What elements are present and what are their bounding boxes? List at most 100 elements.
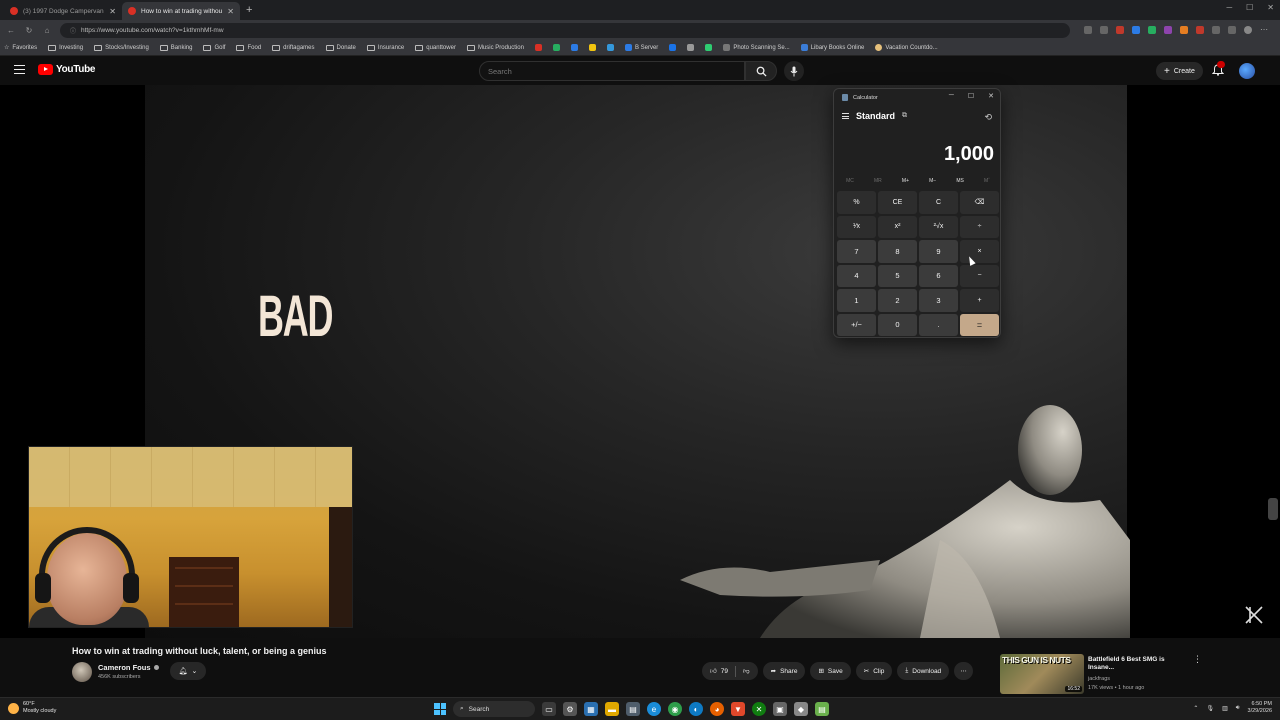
site-icon[interactable] — [606, 44, 614, 51]
refresh-icon[interactable]: ↻ — [24, 26, 34, 35]
clip-button[interactable]: ✂ Clip — [855, 662, 893, 680]
download-button[interactable]: ⤓ Download — [897, 662, 950, 680]
back-icon[interactable]: ← — [6, 26, 16, 35]
recommended-video[interactable]: THIS GUN IS NUTS 16:52 Battlefield 6 Bes… — [1000, 654, 1202, 694]
minimize-icon[interactable]: ─ — [949, 92, 954, 100]
network-icon[interactable]: ▥ — [1222, 705, 1228, 712]
recommended-title[interactable]: Battlefield 6 Best SMG is Insane... — [1088, 656, 1178, 672]
key-backspace-button[interactable]: ⌫ — [960, 191, 999, 214]
site-info-icon[interactable]: ⓘ — [70, 26, 76, 35]
taskbar-search[interactable]: ⌕ Search — [453, 701, 535, 717]
settings-icon[interactable]: ⚙ — [563, 702, 577, 716]
key-negate-button[interactable]: +/− — [837, 313, 876, 336]
extension-icon[interactable] — [1196, 26, 1204, 34]
key-square-button[interactable]: x² — [878, 215, 917, 238]
weather-widget[interactable]: 60°F Mostly cloudy — [8, 701, 56, 715]
memory-button[interactable]: M+ — [902, 178, 909, 184]
tab-current-video[interactable]: How to win at trading without luck ✕ — [122, 2, 240, 20]
bookmark-folder[interactable]: Food — [236, 44, 261, 51]
voice-search-button[interactable] — [784, 61, 804, 81]
maximize-icon[interactable]: ☐ — [1246, 3, 1253, 12]
extension-icon[interactable] — [1132, 26, 1140, 34]
key-2-button[interactable]: 2 — [878, 289, 917, 312]
key-6-button[interactable]: 6 — [919, 264, 958, 287]
bookmark-folder[interactable]: driftagames — [272, 44, 315, 51]
extension-icon[interactable] — [1164, 26, 1172, 34]
site-icon[interactable] — [570, 44, 578, 51]
bookmark-folder[interactable]: quanttower — [415, 44, 456, 51]
subscription-bell-button[interactable]: 🔔︎ ⌄ — [170, 662, 206, 680]
key-clear-entry-button[interactable]: CE — [878, 191, 917, 214]
key-8-button[interactable]: 8 — [878, 240, 917, 263]
firefox-icon[interactable]: ◕ — [710, 702, 724, 716]
bookmark-folder[interactable]: Insurance — [366, 44, 404, 51]
site-icon[interactable] — [705, 44, 713, 51]
maximize-icon[interactable]: ☐ — [968, 92, 974, 100]
bookmark-item[interactable]: Vacation Countdo... — [875, 44, 938, 51]
key-4-button[interactable]: 4 — [837, 264, 876, 287]
extension-icon[interactable] — [1116, 26, 1124, 34]
key-add-button[interactable]: + — [960, 289, 999, 312]
site-icon[interactable] — [669, 44, 677, 51]
volume-icon[interactable]: 🔊︎ — [1236, 705, 1240, 712]
file-explorer-icon[interactable]: ▬ — [605, 702, 619, 716]
site-icon[interactable] — [552, 44, 560, 51]
key-equals-button[interactable]: = — [960, 313, 999, 336]
youtube-logo[interactable]: YouTube — [38, 64, 96, 75]
more-options-icon[interactable]: ⋯ — [1260, 26, 1268, 34]
edge-icon[interactable]: e — [647, 702, 661, 716]
close-tab-icon[interactable]: ✕ — [109, 7, 116, 16]
key-3-button[interactable]: 3 — [919, 289, 958, 312]
mic-tray-icon[interactable]: 🎙︎ — [1206, 705, 1214, 712]
profile-icon[interactable] — [1244, 26, 1252, 34]
save-button[interactable]: ⊞ Save — [810, 662, 851, 680]
site-icon[interactable] — [687, 44, 695, 51]
side-panel-handle[interactable] — [1268, 498, 1278, 520]
key-clear-button[interactable]: C — [919, 191, 958, 214]
key-1-button[interactable]: 1 — [837, 289, 876, 312]
bookmark-folder[interactable]: Donate — [325, 44, 356, 51]
new-tab-icon[interactable]: + — [240, 4, 258, 16]
home-icon[interactable]: ⌂ — [42, 26, 52, 35]
more-vert-icon[interactable]: ⋮ — [1193, 654, 1202, 665]
key-9-button[interactable]: 9 — [919, 240, 958, 263]
bookmark-item[interactable]: Libary Books Online — [800, 44, 864, 51]
key-0-button[interactable]: 0 — [878, 313, 917, 336]
create-button[interactable]: + Create — [1156, 62, 1203, 80]
app-icon[interactable]: ▣ — [773, 702, 787, 716]
close-icon[interactable]: ✕ — [1267, 3, 1274, 12]
extension-icon[interactable] — [1212, 26, 1220, 34]
tab-campervan[interactable]: (3) 1997 Dodge Campervan Rental ✕ — [4, 2, 122, 20]
calculator-taskbar-icon[interactable]: ▤ — [626, 702, 640, 716]
search-input[interactable]: Search — [479, 61, 745, 81]
channel-name[interactable]: Cameron Fous — [98, 663, 159, 672]
keep-on-top-icon[interactable]: ⧉ — [902, 112, 907, 120]
favorite-star-icon[interactable] — [1100, 26, 1108, 34]
key-reciprocal-button[interactable]: ¹⁄x — [837, 215, 876, 238]
extension-icon[interactable] — [1180, 26, 1188, 34]
channel-watermark-icon[interactable] — [1244, 605, 1264, 625]
key-multiply-button[interactable]: × — [960, 240, 999, 263]
thumbs-down-icon[interactable]: 👎︎ — [743, 667, 750, 675]
task-view-icon[interactable]: ▭ — [542, 702, 556, 716]
search-button[interactable] — [745, 61, 777, 81]
url-field[interactable]: ⓘ https://www.youtube.com/watch?v=1kthmh… — [60, 22, 1070, 38]
app-icon[interactable]: ◆ — [794, 702, 808, 716]
key-5-button[interactable]: 5 — [878, 264, 917, 287]
bookmark-folder[interactable]: Golf — [203, 44, 225, 51]
bookmark-folder[interactable]: Investing — [48, 44, 83, 51]
account-avatar[interactable] — [1239, 63, 1255, 79]
edge-browser-icon[interactable]: ◐ — [689, 702, 703, 716]
navigation-menu-icon[interactable] — [842, 113, 849, 119]
key-square-root-button[interactable]: ²√x — [919, 215, 958, 238]
bookmark-folder[interactable]: Banking — [159, 44, 192, 51]
menu-icon[interactable] — [14, 65, 25, 74]
key-percent-button[interactable]: % — [837, 191, 876, 214]
extension-icon[interactable] — [1148, 26, 1156, 34]
key-subtract-button[interactable]: − — [960, 264, 999, 287]
channel-avatar[interactable] — [72, 662, 92, 682]
minimize-icon[interactable]: ─ — [1226, 3, 1232, 12]
bookmark-folder[interactable]: Stocks/Investing — [94, 44, 149, 51]
taskbar-clock[interactable]: 6:50 PM 3/29/2026 — [1248, 701, 1272, 715]
like-count[interactable]: 79 — [721, 668, 728, 675]
